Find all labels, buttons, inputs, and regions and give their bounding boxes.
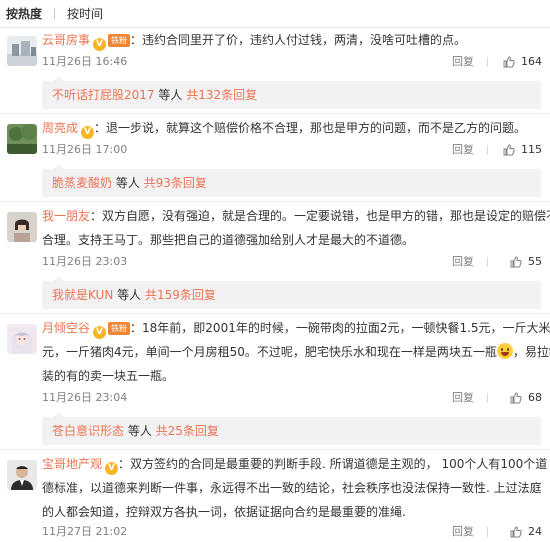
laughing-emoji-icon	[496, 343, 513, 359]
reply-button[interactable]: 回复	[452, 523, 474, 541]
like-button[interactable]: 68	[510, 389, 542, 407]
verified-icon: V	[93, 326, 107, 339]
tab-sort-by-time[interactable]: 按时间	[67, 5, 103, 22]
comment-text: 的人都会知道，控辩双方各执一词，依据证据向合约是最重要的准绳.	[42, 505, 406, 519]
thumbs-up-icon	[510, 256, 522, 268]
comment-text: 18年前，即2001年的时候，一碗带肉的拉面2元，一顿快餐1.5元，一斤大米1	[142, 321, 550, 335]
view-replies-link[interactable]: 共159条回复	[145, 288, 216, 302]
sub-reply-user-link[interactable]: 我就是KUN	[52, 288, 113, 302]
fan-badge: 铁粉	[108, 322, 131, 335]
fan-badge: 铁粉	[108, 34, 131, 47]
comment-text-line: 周亮成 V ：退一步说，就算这个赔偿价格不合理，那也是甲方的问题，而不是乙方的问题。	[42, 121, 527, 139]
like-button[interactable]: 115	[503, 141, 542, 159]
thumbs-up-icon	[503, 144, 515, 156]
comment-text: 退一步说，就算这个赔偿价格不合理，那也是甲方的问题，而不是乙方的问题。	[106, 121, 527, 135]
meta-divider	[487, 527, 488, 537]
avatar[interactable]	[7, 36, 37, 66]
comment-text-line: 我一朋友：双方自愿，没有强迫，就是合理的。一定要说错，也是甲方的错，那也是设定的…	[42, 204, 550, 228]
sub-replies: 我就是KUN 等人 共159条回复	[42, 276, 541, 309]
timestamp: 11月26日 17:00	[42, 143, 128, 156]
divider	[0, 201, 550, 202]
comment-meta: 11月26日 23:03 回复 55	[42, 253, 542, 271]
timestamp: 11月27日 21:02	[42, 525, 128, 538]
sub-reply-user-link[interactable]: 苍白意识形态	[52, 424, 124, 438]
sub-replies: 不听话打屁股2017 等人 共132条回复	[42, 76, 541, 109]
comment-meta: 11月27日 21:02 回复 24	[42, 523, 542, 541]
username-link[interactable]: 云哥房事	[42, 33, 90, 47]
verified-icon: V	[105, 462, 119, 475]
view-replies-link[interactable]: 共25条回复	[156, 424, 219, 438]
timestamp: 11月26日 23:04	[42, 391, 128, 404]
view-replies-link[interactable]: 共93条回复	[144, 176, 207, 190]
meta-divider	[487, 57, 488, 67]
avatar[interactable]	[7, 324, 37, 354]
comment-text-line: 云哥房事 V 铁粉 ：违约合同里开了价，违约人付过钱，两清，没啥可吐槽的点。	[42, 33, 467, 51]
divider	[0, 113, 550, 114]
username-link[interactable]: 周亮成	[42, 121, 78, 135]
comment-text: 合理。支持王马丁。那些把自己的道德强加给别人才是最大的不道德。	[42, 233, 415, 247]
username-link[interactable]: 宝哥地产观	[42, 457, 102, 471]
divider	[0, 449, 550, 450]
sort-tabs: 按热度 按时间	[0, 0, 550, 28]
comment-text-line: 德标准，以道德来判断一件事，永远得不出一致的结论，社会秩序也没法保持一致性. 上…	[42, 476, 542, 500]
meta-divider	[487, 393, 488, 403]
meta-divider	[487, 257, 488, 267]
comment-text-line: 宝哥地产观 V ：双方签约的合同是最重要的判断手段. 所谓道德是主观的， 100个人…	[42, 457, 548, 475]
meta-divider	[487, 145, 488, 155]
comment-text: 违约合同里开了价，违约人付过钱，两清，没啥可吐槽的点。	[142, 33, 467, 47]
view-replies-link[interactable]: 共132条回复	[186, 88, 257, 102]
timestamp: 11月26日 16:46	[42, 55, 128, 68]
comment-text-line: 元，一斤猪肉4元，单间一个月房租50。不过呢，肥宅快乐水和现在一样是两块五一瓶，…	[42, 343, 550, 359]
sub-reply-user-link[interactable]: 脆蒸麦酸奶	[52, 176, 112, 190]
timestamp: 11月26日 23:03	[42, 255, 128, 268]
username-link[interactable]: 月倾空谷	[42, 321, 90, 335]
comment-meta: 11月26日 16:46 回复 164	[42, 53, 542, 71]
like-count: 115	[521, 143, 542, 156]
like-button[interactable]: 55	[510, 253, 542, 271]
like-button[interactable]: 24	[510, 523, 542, 541]
verified-icon: V	[93, 38, 107, 51]
reply-button[interactable]: 回复	[452, 389, 474, 407]
comment-text: 双方自愿，没有强迫，就是合理的。一定要说错，也是甲方的错，那也是设定的赔偿不	[102, 209, 550, 223]
comment-text-line: 装的有的卖一块五一瓶。	[42, 364, 542, 388]
comment-text: 元，一斤猪肉4元，单间一个月房租50。不过呢，肥宅快乐水和现在一样是两块五一瓶	[42, 345, 497, 359]
divider	[0, 313, 550, 314]
comment-text: 双方签约的合同是最重要的判断手段. 所谓道德是主观的， 100个人有100个道	[130, 457, 548, 471]
like-button[interactable]: 164	[503, 53, 542, 71]
thumbs-up-icon	[510, 526, 522, 538]
comment-meta: 11月26日 17:00 回复 115	[42, 141, 542, 159]
comment-meta: 11月26日 23:04 回复 68	[42, 389, 542, 407]
reply-button[interactable]: 回复	[452, 141, 474, 159]
username-link[interactable]: 我一朋友	[42, 209, 90, 223]
like-count: 68	[528, 391, 542, 404]
like-count: 164	[521, 55, 542, 68]
like-count: 24	[528, 525, 542, 538]
comment-text-line: 合理。支持王马丁。那些把自己的道德强加给别人才是最大的不道德。	[42, 228, 542, 252]
sub-replies: 脆蒸麦酸奶 等人 共93条回复	[42, 164, 541, 197]
comment-text: 德标准，以道德来判断一件事，永远得不出一致的结论，社会秩序也没法保持一致性. 上…	[42, 481, 542, 495]
avatar[interactable]	[7, 460, 37, 490]
comment-text-line: 的人都会知道，控辩双方各执一词，依据证据向合约是最重要的准绳.	[42, 500, 542, 524]
reply-button[interactable]: 回复	[452, 53, 474, 71]
thumbs-up-icon	[503, 56, 515, 68]
avatar[interactable]	[7, 212, 37, 242]
sub-replies: 苍白意识形态 等人 共25条回复	[42, 412, 541, 445]
like-count: 55	[528, 255, 542, 268]
reply-button[interactable]: 回复	[452, 253, 474, 271]
comment-text-line: 月倾空谷 V 铁粉 ：18年前，即2001年的时候，一碗带肉的拉面2元，一顿快餐1.5…	[42, 316, 550, 340]
verified-icon: V	[81, 126, 95, 139]
comment-text: 装的有的卖一块五一瓶。	[42, 369, 175, 383]
tab-sort-by-hot[interactable]: 按热度	[6, 5, 42, 22]
avatar[interactable]	[7, 124, 37, 154]
sub-reply-user-link[interactable]: 不听话打屁股2017	[52, 88, 155, 102]
thumbs-up-icon	[510, 392, 522, 404]
tab-divider	[54, 8, 56, 19]
